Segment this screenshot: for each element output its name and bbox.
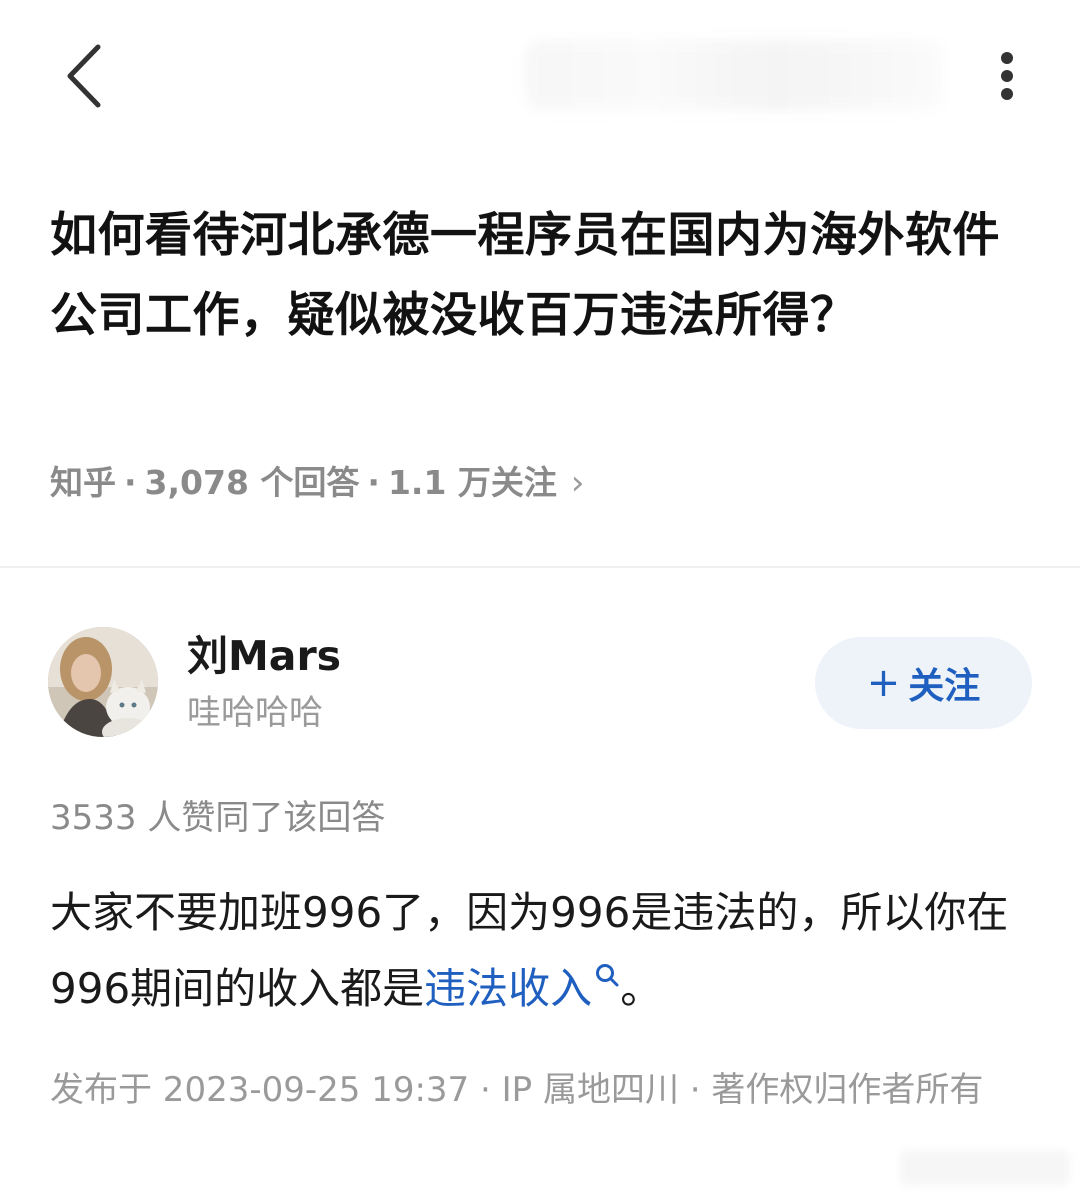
follow-label: 关注: [908, 666, 981, 707]
answer-link-text: 违法收入: [424, 964, 593, 1013]
question-meta[interactable]: 知乎 · 3,078 个回答 · 1.1 万关注 ›: [50, 458, 585, 508]
source-label: 知乎: [50, 463, 116, 502]
watermark: [900, 1150, 1070, 1186]
answers-count: 3,078 个回答: [144, 463, 360, 502]
top-bar: [0, 0, 1080, 150]
author-avatar[interactable]: [48, 627, 158, 737]
vote-count: 3533 人赞同了该回答: [50, 798, 386, 838]
chevron-right-icon: ›: [570, 463, 585, 503]
blurred-header-title: [525, 40, 945, 110]
avatar-photo: [48, 627, 158, 737]
more-vertical-icon: [1001, 52, 1013, 64]
answer-search-link[interactable]: 违法收入: [424, 964, 620, 1013]
answer-body: 大家不要加班996了，因为996是违法的，所以你在996期间的收入都是违法收入。: [50, 875, 1035, 1027]
plus-icon: +: [866, 660, 901, 706]
search-icon: [596, 964, 619, 987]
section-divider: [0, 566, 1080, 568]
follow-button[interactable]: + 关注: [815, 637, 1032, 729]
author-name[interactable]: 刘Mars: [187, 630, 341, 682]
question-title[interactable]: 如何看待河北承德一程序员在国内为海外软件公司工作，疑似被没收百万违法所得？: [50, 196, 1035, 356]
more-options-button[interactable]: [985, 44, 1029, 108]
followers-count: 1.1 万关注: [387, 463, 557, 502]
publish-info: 发布于 2023-09-25 19:37 · IP 属地四川 · 著作权归作者所…: [50, 1070, 984, 1110]
answer-text-end: 。: [620, 964, 663, 1013]
author-bio: 哇哈哈哈: [187, 693, 323, 733]
chevron-left-icon: [67, 44, 101, 108]
back-button[interactable]: [52, 40, 116, 112]
